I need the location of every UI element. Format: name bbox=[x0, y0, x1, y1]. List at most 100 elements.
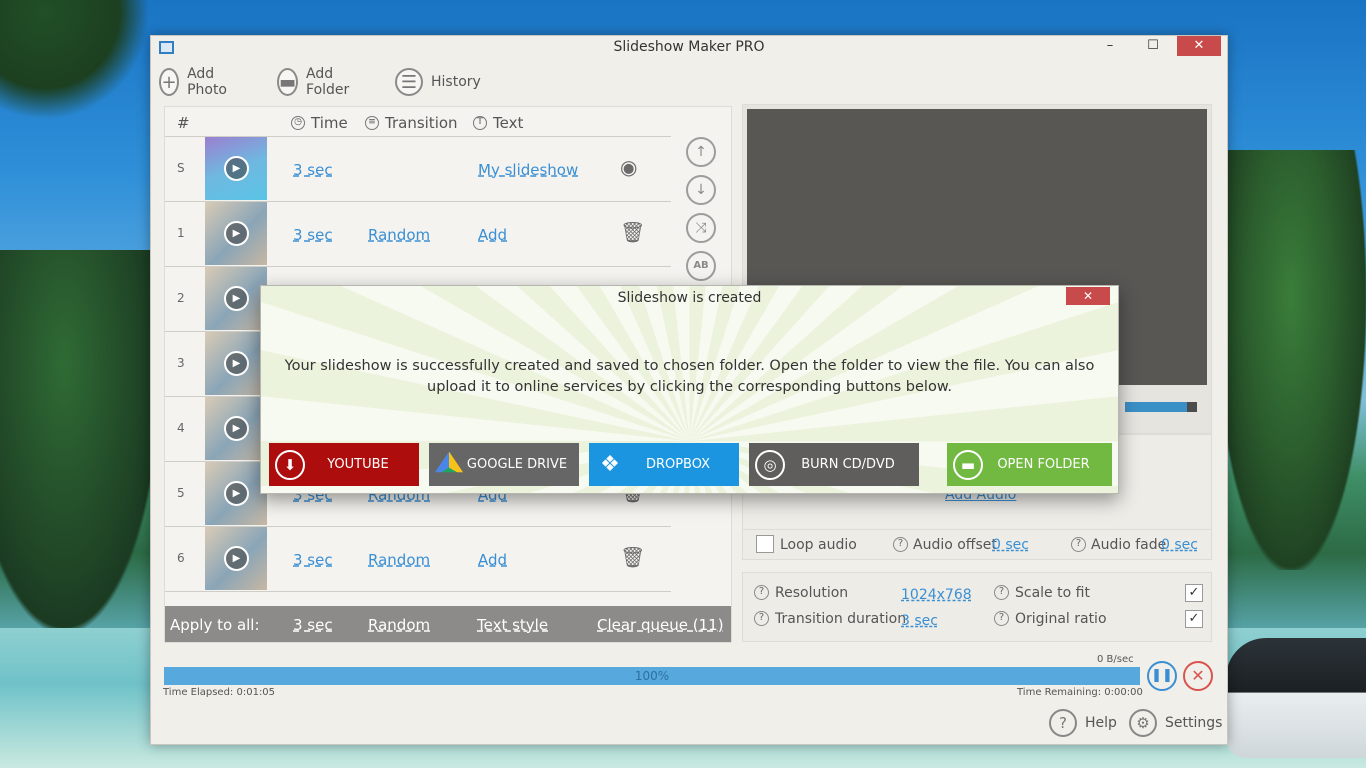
row-number: 3 bbox=[177, 356, 185, 370]
google-drive-button[interactable]: GOOGLE DRIVE bbox=[429, 443, 579, 486]
play-icon[interactable]: ▶ bbox=[224, 416, 249, 441]
list-item[interactable]: 1 ▶ 3 sec Random Add 🗑 bbox=[165, 202, 671, 267]
text-style-link[interactable]: Text style bbox=[477, 616, 548, 634]
preview-progress-handle[interactable] bbox=[1187, 402, 1197, 412]
transition-duration-link[interactable]: 3 sec bbox=[901, 613, 938, 629]
row-number: 6 bbox=[177, 551, 185, 565]
slide-thumbnail[interactable]: ▶ bbox=[205, 202, 267, 265]
resolution-link[interactable]: 1024x768 bbox=[901, 587, 972, 603]
settings-label: Settings bbox=[1165, 715, 1223, 731]
dialog-message: Your slideshow is successfully created a… bbox=[284, 358, 1095, 395]
slide-thumbnail[interactable]: ▶ bbox=[205, 397, 267, 460]
desktop-wallpaper-palm bbox=[1216, 150, 1366, 570]
close-window-button[interactable]: ✕ bbox=[1177, 36, 1221, 56]
loop-audio-label: Loop audio bbox=[780, 537, 857, 553]
play-icon[interactable]: ▶ bbox=[224, 221, 249, 246]
dialog-close-button[interactable]: ✕ bbox=[1066, 287, 1110, 305]
help-icon[interactable]: ? bbox=[994, 585, 1009, 600]
row-number: 2 bbox=[177, 291, 185, 305]
add-folder-button[interactable]: ▬ Add Folder bbox=[277, 66, 356, 98]
add-folder-label: Add Folder bbox=[306, 66, 350, 98]
help-icon[interactable]: ? bbox=[994, 611, 1009, 626]
add-photo-label: Add Photo bbox=[187, 66, 227, 98]
slide-thumbnail[interactable]: ▶ bbox=[205, 267, 267, 330]
pause-icon[interactable]: ❚❚ bbox=[1147, 661, 1177, 691]
window-title: Slideshow Maker PRO bbox=[613, 39, 765, 55]
help-icon[interactable]: ? bbox=[754, 585, 769, 600]
download-icon: ⬇ bbox=[275, 449, 305, 480]
original-ratio-checkbox[interactable]: ✓ bbox=[1185, 610, 1203, 628]
minimize-button[interactable]: – bbox=[1088, 36, 1132, 56]
row-time-link[interactable]: 3 sec bbox=[293, 226, 333, 244]
apply-transition-link[interactable]: Random bbox=[368, 616, 430, 634]
history-button[interactable]: ☰ History bbox=[395, 68, 481, 96]
apply-time-link[interactable]: 3 sec bbox=[293, 616, 333, 634]
slide-thumbnail[interactable]: ▶ bbox=[205, 462, 267, 525]
play-icon[interactable]: ▶ bbox=[224, 156, 249, 181]
clear-queue-link[interactable]: Clear queue (11) bbox=[597, 616, 724, 634]
help-icon[interactable]: ? bbox=[893, 537, 908, 552]
row-text-link[interactable]: Add bbox=[478, 226, 507, 244]
shuffle-icon[interactable]: ⤨ bbox=[686, 213, 716, 243]
audio-fade-link[interactable]: 0 sec bbox=[1161, 537, 1198, 553]
col-transition-label: Transition bbox=[385, 114, 458, 132]
play-icon[interactable]: ▶ bbox=[224, 481, 249, 506]
row-text-link[interactable]: My slideshow bbox=[478, 161, 578, 179]
move-up-icon[interactable]: ↑ bbox=[686, 137, 716, 167]
eye-icon[interactable]: ◉ bbox=[620, 155, 637, 179]
row-transition-link[interactable]: Random bbox=[368, 551, 430, 569]
sort-ab-icon[interactable]: AB bbox=[686, 251, 716, 281]
row-text-link[interactable]: Add bbox=[478, 551, 507, 569]
original-ratio-label: Original ratio bbox=[1015, 611, 1107, 627]
settings-button[interactable]: ⚙ Settings bbox=[1129, 709, 1222, 737]
play-icon[interactable]: ▶ bbox=[224, 546, 249, 571]
help-button[interactable]: ? Help bbox=[1049, 709, 1117, 737]
dropbox-icon: ❖ bbox=[600, 451, 620, 477]
render-progress-bar: 100% bbox=[164, 667, 1140, 685]
row-number: 4 bbox=[177, 421, 185, 435]
slide-thumbnail[interactable]: ▶ bbox=[205, 332, 267, 395]
dropbox-button[interactable]: ❖ DROPBOX bbox=[589, 443, 739, 486]
google-drive-label: GOOGLE DRIVE bbox=[466, 457, 568, 472]
apply-to-all-label: Apply to all: bbox=[170, 616, 260, 634]
question-icon: ? bbox=[1049, 709, 1077, 737]
slide-thumbnail[interactable]: ▶ bbox=[205, 527, 267, 590]
open-folder-label: OPEN FOLDER bbox=[997, 457, 1090, 472]
list-item[interactable]: 6 ▶ 3 sec Random Add 🗑 bbox=[165, 527, 671, 592]
play-icon[interactable]: ▶ bbox=[224, 286, 249, 311]
time-remaining: Time Remaining: 0:00:00 bbox=[1017, 687, 1143, 698]
row-time-link[interactable]: 3 sec bbox=[293, 551, 333, 569]
col-transition-header: ≡ Transition bbox=[365, 114, 458, 132]
burn-cd-dvd-button[interactable]: ◎ BURN CD/DVD bbox=[749, 443, 919, 486]
help-icon[interactable]: ? bbox=[754, 611, 769, 626]
col-text-label: Text bbox=[493, 114, 524, 132]
move-down-icon[interactable]: ↓ bbox=[686, 175, 716, 205]
output-settings-panel: ? Resolution 1024x768 ? Transition durat… bbox=[742, 572, 1212, 642]
cancel-icon[interactable]: ✕ bbox=[1183, 661, 1213, 691]
col-number-label: # bbox=[177, 114, 190, 132]
clock-icon: ◷ bbox=[291, 116, 305, 130]
youtube-button[interactable]: ⬇ YOUTUBE bbox=[269, 443, 419, 486]
dropbox-label: DROPBOX bbox=[645, 457, 711, 472]
trash-icon[interactable]: 🗑 bbox=[620, 545, 645, 569]
scale-to-fit-checkbox[interactable]: ✓ bbox=[1185, 584, 1203, 602]
help-icon[interactable]: ? bbox=[1071, 537, 1086, 552]
list-header: # ◷ Time ≡ Transition T Text bbox=[165, 107, 731, 137]
play-icon[interactable]: ▶ bbox=[224, 351, 249, 376]
trash-icon[interactable]: 🗑 bbox=[620, 220, 645, 244]
audio-options: Loop audio ? Audio offset 0 sec ? Audio … bbox=[743, 529, 1211, 559]
maximize-button[interactable]: ☐ bbox=[1131, 36, 1175, 56]
add-photo-button[interactable]: + Add Photo bbox=[159, 66, 235, 98]
open-folder-button[interactable]: ▬ OPEN FOLDER bbox=[947, 443, 1112, 486]
loop-audio-checkbox[interactable] bbox=[756, 535, 774, 553]
folder-icon: ▬ bbox=[953, 449, 983, 480]
list-item[interactable]: S ▶ 3 sec My slideshow ◉ bbox=[165, 137, 671, 202]
row-time-link[interactable]: 3 sec bbox=[293, 161, 333, 179]
text-icon: T bbox=[473, 116, 487, 130]
row-number: 1 bbox=[177, 226, 185, 240]
slide-thumbnail[interactable]: ▶ bbox=[205, 137, 267, 200]
row-transition-link[interactable]: Random bbox=[368, 226, 430, 244]
desktop-wallpaper-palm bbox=[0, 250, 160, 630]
audio-offset-link[interactable]: 0 sec bbox=[992, 537, 1029, 553]
list-icon: ☰ bbox=[395, 68, 423, 96]
